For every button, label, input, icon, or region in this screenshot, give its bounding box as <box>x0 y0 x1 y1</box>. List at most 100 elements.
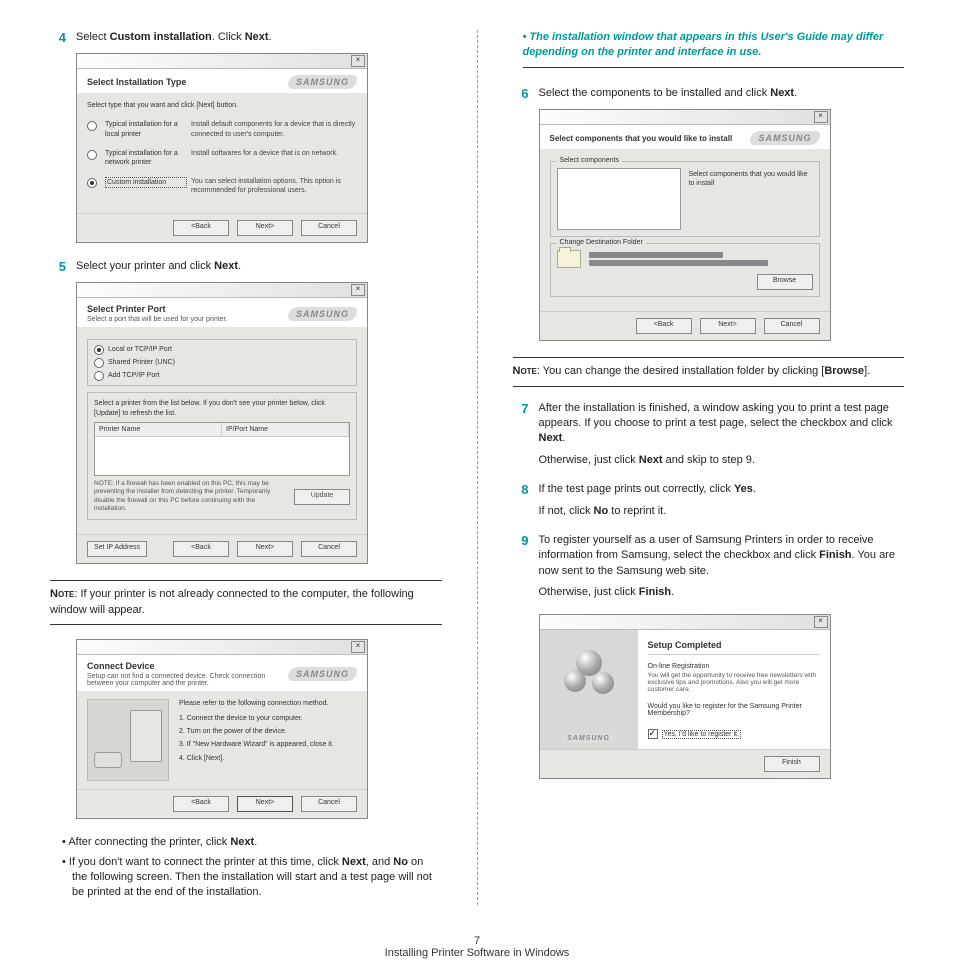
bullet-2: If you don't want to connect the printer… <box>50 855 442 901</box>
s8-e: No <box>594 505 609 517</box>
reg-opt: Yes, I'd like to register it. <box>662 730 741 739</box>
step-9-number: 9 <box>513 533 529 607</box>
right-column: The installation window that appears in … <box>513 30 905 905</box>
opt3-label: Custom installation <box>105 177 187 188</box>
step-4: 4 Select Custom installation. Click Next… <box>50 30 442 45</box>
radio-local-port[interactable] <box>94 345 104 355</box>
update-button[interactable]: Update <box>294 489 350 505</box>
radio-custom[interactable] <box>87 178 97 188</box>
step-4-custom: Custom installation <box>110 31 212 43</box>
radio-typical-network[interactable] <box>87 150 97 160</box>
close-icon[interactable]: × <box>351 284 365 296</box>
step-4-dot: . <box>269 31 272 43</box>
s6-a: Select the components to be installed an… <box>539 87 771 99</box>
cancel-button[interactable]: Cancel <box>764 318 820 334</box>
b2-b: Next <box>342 856 366 868</box>
radio-shared-unc[interactable] <box>94 358 104 368</box>
step-7: 7 After the installation is finished, a … <box>513 401 905 475</box>
select-components-dialog: × Select components that you would like … <box>539 109 831 341</box>
reg-title: On-line Registration <box>648 663 820 670</box>
step-5-next: Next <box>214 260 238 272</box>
g1-legend: Select components <box>557 156 623 165</box>
s9-f: . <box>671 586 674 598</box>
note-label: Note <box>50 588 74 600</box>
reg-q: Would you like to register for the Samsu… <box>648 703 820 717</box>
column-divider <box>477 30 478 905</box>
folder-icon <box>557 250 581 268</box>
close-icon[interactable]: × <box>814 111 828 123</box>
step-8-number: 8 <box>513 482 529 525</box>
back-button[interactable]: <Back <box>173 541 229 557</box>
browse-button[interactable]: Browse <box>757 274 813 290</box>
note-2: Note: You can change the desired install… <box>513 357 905 386</box>
select-installation-type-dialog: × Select Installation Type SAMSUNG Selec… <box>76 53 368 243</box>
cancel-button[interactable]: Cancel <box>301 796 357 812</box>
s7-d: Otherwise, just click <box>539 454 639 466</box>
close-icon[interactable]: × <box>814 616 828 628</box>
reg-body: You will get the opportunity to receive … <box>648 672 820 693</box>
back-button[interactable]: <Back <box>636 318 692 334</box>
register-checkbox[interactable] <box>648 729 658 739</box>
opt1-label: Typical installation for a local printer <box>105 120 183 138</box>
components-list[interactable] <box>557 168 681 230</box>
dlg3-s4: 4. Click [Next]. <box>179 754 357 763</box>
s8-d: If not, click <box>539 505 594 517</box>
dlg3-sub: Setup can not find a connected device. C… <box>87 673 288 687</box>
dlg1-hint: Select type that you want and click [Nex… <box>87 101 357 110</box>
left-column: 4 Select Custom installation. Click Next… <box>50 30 442 905</box>
step-8: 8 If the test page prints out correctly,… <box>513 482 905 525</box>
setup-completed-dialog: × SAMSUNG Setup Completed On-line Regist… <box>539 614 831 779</box>
s7-f: and skip to step 9. <box>663 454 755 466</box>
b2-d: No <box>393 856 408 868</box>
dlg3-s1: 1. Connect the device to your computer. <box>179 714 357 723</box>
step-5-dot: . <box>238 260 241 272</box>
finish-button[interactable]: Finish <box>764 756 820 772</box>
side-text: Select components that you would like to… <box>687 168 813 230</box>
next-button[interactable]: Next> <box>237 541 293 557</box>
b1-b: Next <box>230 836 254 848</box>
col-printer-name: Printer Name <box>95 423 222 436</box>
completed-sidebar: SAMSUNG <box>540 630 638 749</box>
connection-illustration <box>87 699 169 781</box>
radio-typical-local[interactable] <box>87 121 97 131</box>
back-button[interactable]: <Back <box>173 796 229 812</box>
next-button[interactable]: Next> <box>237 796 293 812</box>
step-4-text: Select <box>76 31 110 43</box>
s8-a: If the test page prints out correctly, c… <box>539 483 734 495</box>
next-button[interactable]: Next> <box>237 220 293 236</box>
r2: Shared Printer (UNC) <box>108 358 175 367</box>
step-4-text2: . Click <box>212 31 245 43</box>
radio-add-tcpip[interactable] <box>94 371 104 381</box>
cancel-button[interactable]: Cancel <box>301 541 357 557</box>
g2-legend: Change Destination Folder <box>557 238 646 247</box>
s9-e: Finish <box>639 586 671 598</box>
back-button[interactable]: <Back <box>173 220 229 236</box>
s7-a: After the installation is finished, a wi… <box>539 402 893 429</box>
opt2-label: Typical installation for a network print… <box>105 149 183 167</box>
close-icon[interactable]: × <box>351 641 365 653</box>
dlg3-s3: 3. If "New Hardware Wizard" is appeared,… <box>179 740 357 749</box>
set-ip-button[interactable]: Set IP Address <box>87 541 147 557</box>
section-title: Installing Printer Software in Windows <box>50 947 904 959</box>
select-printer-port-dialog: × Select Printer Port Select a port that… <box>76 282 368 564</box>
dlg3-s2: 2. Turn on the power of the device. <box>179 727 357 736</box>
b2-c: , and <box>366 856 394 868</box>
printer-list[interactable]: Printer Name IP/Port Name <box>94 422 350 476</box>
opt1-desc: Install default components for a device … <box>191 120 357 138</box>
page-footer: 7 Installing Printer Software in Windows <box>50 935 904 959</box>
s7-b: Next <box>539 432 563 444</box>
s6-b: Next <box>770 87 794 99</box>
step-5: 5 Select your printer and click Next. <box>50 259 442 274</box>
close-icon[interactable]: × <box>351 55 365 67</box>
note-1: Note: If your printer is not already con… <box>50 580 442 625</box>
step-5-number: 5 <box>50 259 66 274</box>
n2-c: ]. <box>864 365 870 377</box>
s9-d: Otherwise, just click <box>539 586 639 598</box>
s8-f: to reprint it. <box>608 505 666 517</box>
n2-b: Browse <box>824 365 864 377</box>
cancel-button[interactable]: Cancel <box>301 220 357 236</box>
col-ip-port: IP/Port Name <box>222 423 349 436</box>
samsung-logo: SAMSUNG <box>562 734 615 743</box>
dlg5-title: Setup Completed <box>648 640 820 655</box>
next-button[interactable]: Next> <box>700 318 756 334</box>
